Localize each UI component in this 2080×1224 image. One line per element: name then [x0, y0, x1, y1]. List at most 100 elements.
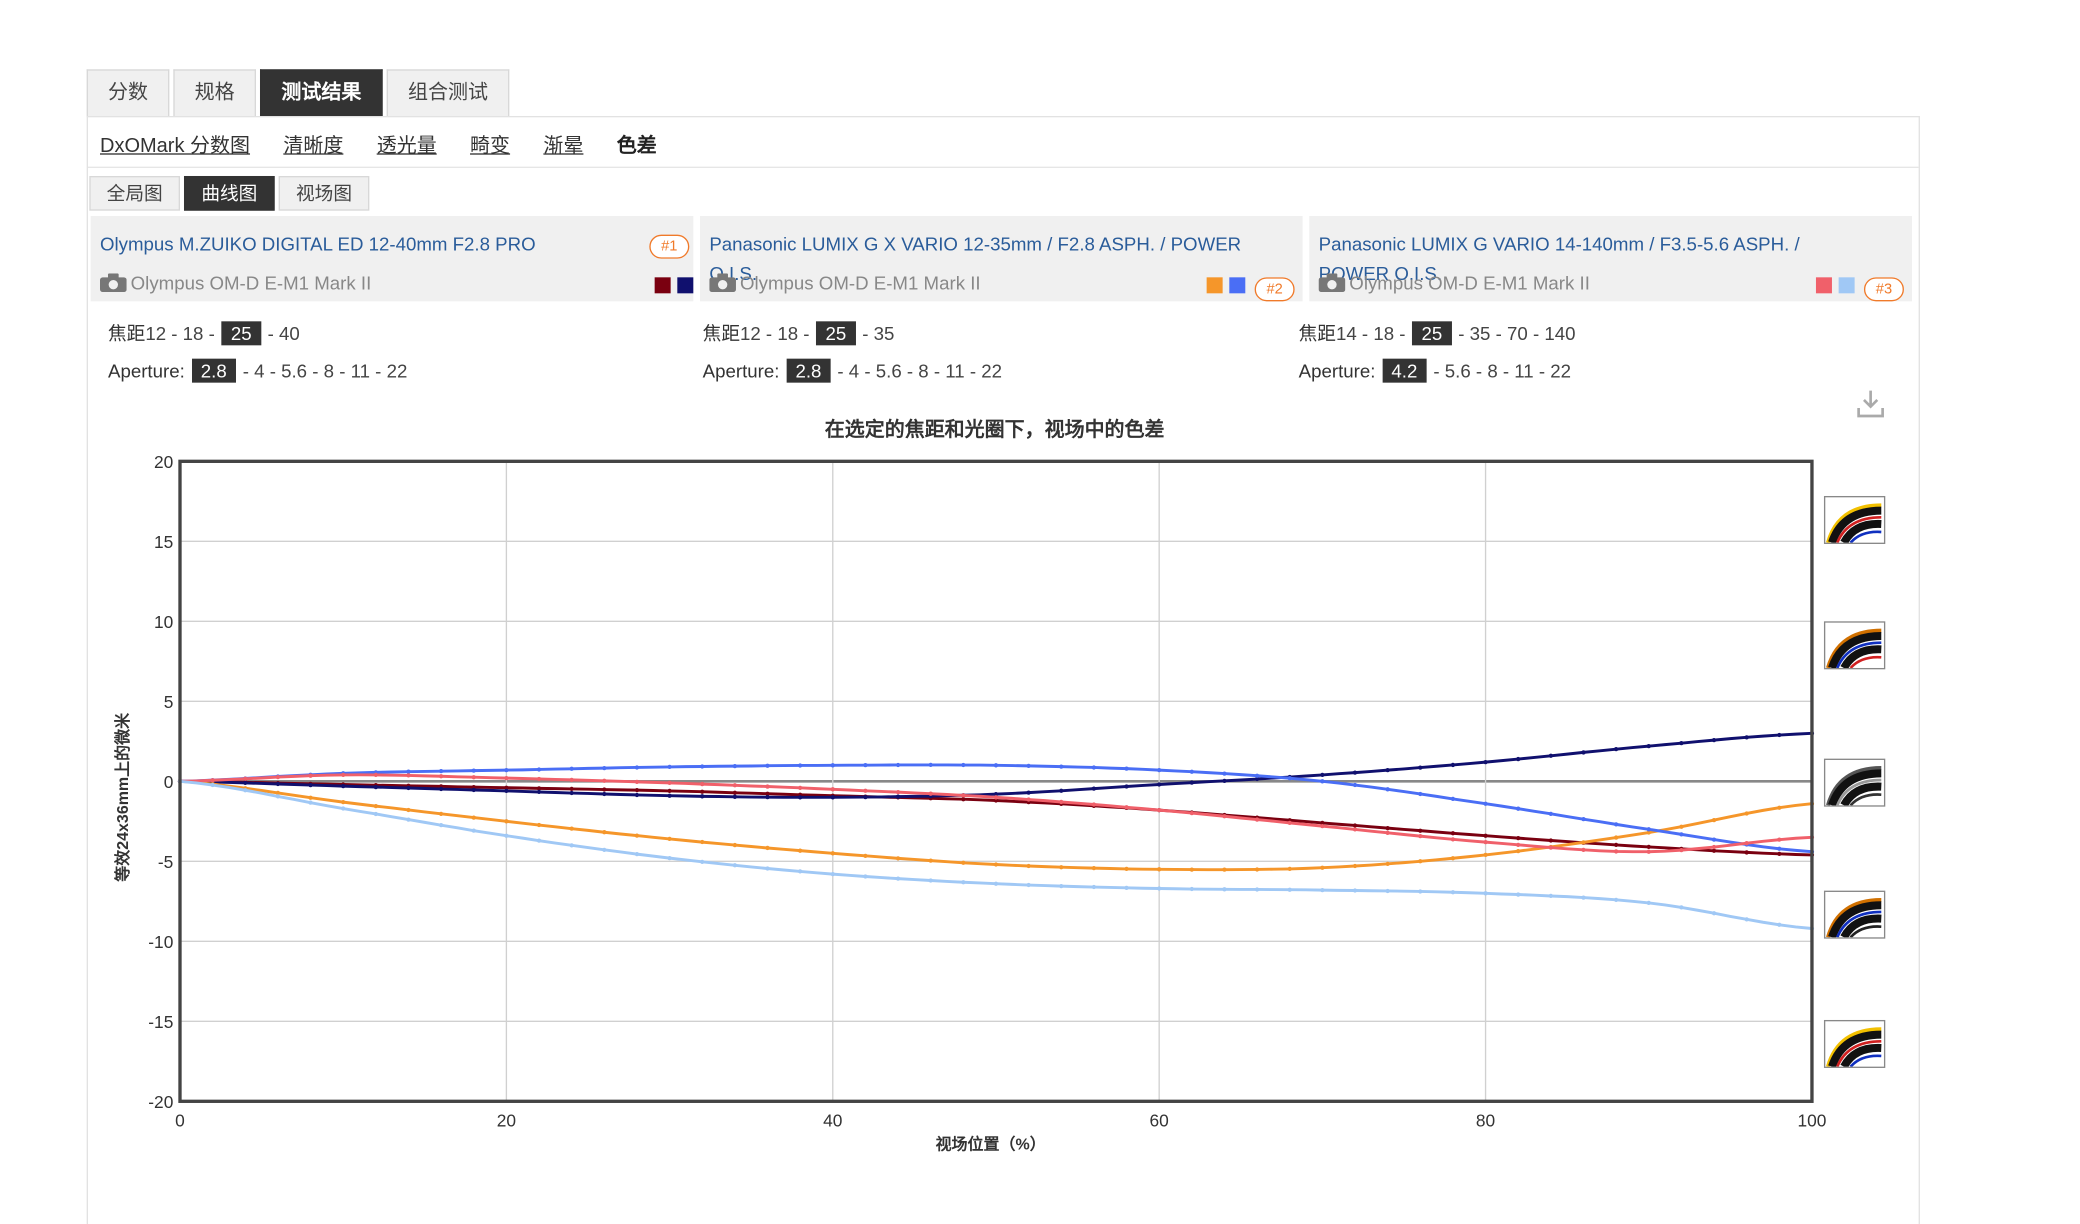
series-point: [1287, 887, 1292, 892]
series-point: [1157, 807, 1162, 813]
series-point: [1254, 773, 1260, 778]
series-point: [895, 794, 901, 799]
series-point: [373, 803, 378, 809]
series-point: [1646, 743, 1651, 749]
series-point: [1124, 866, 1129, 871]
chromatic-aberration-chart: 在选定的焦距和光圈下，视场中的色差 视场位置（%） 等效24x36mm上的微米 …: [113, 417, 1826, 1153]
series-point: [1613, 822, 1619, 827]
series-point: [1385, 768, 1390, 773]
series-point: [993, 881, 999, 886]
series-point: [667, 788, 672, 794]
series-point: [1613, 835, 1619, 840]
series-point: [1124, 766, 1129, 771]
series-point: [569, 786, 574, 792]
series-point: [1189, 780, 1194, 785]
series-point: [373, 811, 378, 817]
aberration-sample-icon: [1823, 758, 1886, 808]
y-tick-label: 5: [164, 692, 174, 712]
series-point: [1418, 834, 1423, 839]
series-point: [1059, 865, 1064, 870]
series-point: [536, 822, 542, 828]
series-point: [1352, 770, 1358, 775]
series-point: [1777, 922, 1782, 927]
series-point: [1385, 861, 1390, 866]
series-point: [1385, 825, 1390, 831]
series-point: [602, 787, 607, 792]
series-point: [732, 794, 737, 799]
series-point: [471, 787, 476, 793]
series-point: [1091, 786, 1097, 791]
series-point: [830, 871, 835, 877]
y-axis-label: 等效24x36mm上的微米: [113, 712, 132, 883]
series-point: [634, 779, 640, 784]
series-point: [438, 769, 444, 774]
series-point: [438, 823, 444, 828]
aberration-sample-icon: [1823, 495, 1886, 545]
series-point: [961, 860, 966, 865]
series-point: [634, 765, 640, 770]
series-point: [798, 795, 803, 800]
series-point: [1254, 887, 1260, 892]
series-point: [1777, 732, 1782, 738]
series-point: [1418, 859, 1423, 864]
series-point: [1157, 782, 1162, 787]
series-point: [1548, 893, 1553, 899]
series-point: [504, 775, 509, 781]
series-point: [830, 795, 835, 800]
series-point: [732, 790, 737, 795]
series-point: [1450, 762, 1456, 768]
series-point: [1222, 814, 1227, 819]
series-point: [1157, 886, 1162, 891]
series-point: [700, 794, 705, 799]
series-point: [569, 766, 574, 771]
series-point: [1744, 841, 1749, 846]
series-point: [504, 767, 509, 773]
series-point: [602, 847, 607, 852]
series-point: [1320, 823, 1325, 829]
series-point: [1711, 837, 1717, 842]
series-point: [210, 782, 215, 788]
series-point: [602, 778, 607, 783]
y-tick-label: -10: [148, 932, 173, 952]
series-point: [895, 790, 901, 795]
series-point: [1483, 852, 1488, 858]
series-point: [438, 811, 444, 816]
series-point: [308, 800, 313, 805]
series-point: [341, 799, 346, 805]
series-point: [373, 784, 378, 790]
y-tick-label: 10: [154, 612, 173, 632]
series-point: [1483, 833, 1488, 838]
series-point: [961, 797, 966, 802]
series-point: [1254, 817, 1260, 822]
series-point: [1581, 847, 1586, 853]
series-point: [1385, 888, 1390, 894]
series-point: [863, 794, 868, 800]
series-point: [1352, 888, 1358, 893]
series-point: [1124, 885, 1129, 890]
series-point: [1026, 863, 1031, 869]
series-point: [1777, 846, 1782, 851]
series-point: [1059, 883, 1064, 889]
series-point: [667, 855, 672, 861]
series-point: [504, 833, 509, 838]
x-tick-label: 60: [1150, 1111, 1169, 1131]
y-tick-label: -15: [148, 1012, 173, 1032]
series-point: [1157, 767, 1162, 773]
series-point: [634, 788, 640, 793]
series-point: [863, 853, 868, 858]
series-point: [863, 788, 868, 793]
series-point: [1091, 866, 1097, 871]
series-point: [1124, 805, 1129, 810]
series-point: [1450, 890, 1456, 895]
series-point: [1548, 845, 1553, 850]
series-point: [438, 786, 444, 792]
series-point: [732, 842, 737, 848]
series-point: [1581, 817, 1586, 822]
series-point: [1516, 892, 1521, 897]
series-point: [1222, 867, 1227, 872]
series-point: [406, 785, 411, 791]
series-point: [1189, 867, 1194, 872]
x-tick-label: 100: [1797, 1111, 1826, 1131]
series-point: [1581, 895, 1586, 900]
series-point: [1679, 832, 1684, 837]
